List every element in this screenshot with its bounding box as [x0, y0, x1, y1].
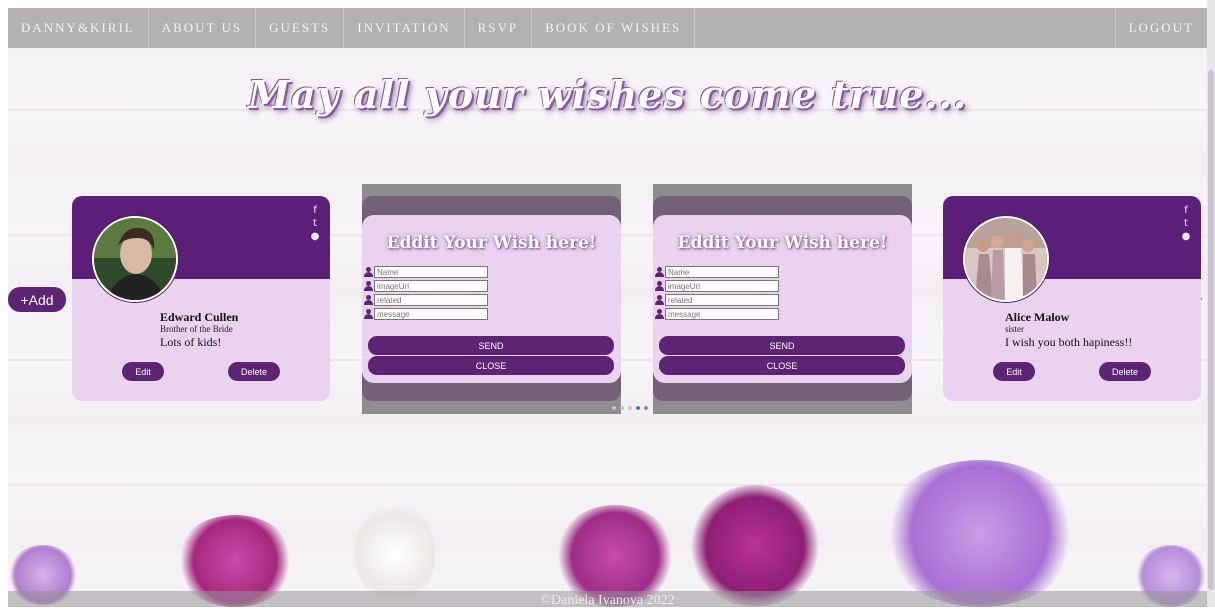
- top-navbar: DANNY&KIRIL ABOUT US GUESTS INVITATION R…: [8, 8, 1207, 48]
- send-button[interactable]: SEND: [659, 336, 905, 355]
- image-url-field: [655, 280, 779, 292]
- delete-button[interactable]: Delete: [1099, 362, 1151, 381]
- add-wish-button[interactable]: +Add: [8, 287, 66, 312]
- edit-button[interactable]: Edit: [122, 362, 164, 381]
- image-url-input[interactable]: [374, 280, 488, 292]
- card-relation: sister: [1005, 324, 1024, 334]
- github-icon[interactable]: ●: [310, 232, 320, 242]
- edit-wish-panel: Eddit Your Wish here! SEND CLOSE: [362, 184, 648, 414]
- user-icon: [655, 280, 664, 292]
- footer-copyright: ©Daniela Ivanova 2022: [8, 591, 1207, 608]
- related-field: [364, 294, 488, 306]
- carousel-dot[interactable]: [644, 406, 648, 410]
- send-button[interactable]: SEND: [368, 336, 614, 355]
- page-headline: May all your wishes come true...: [247, 72, 968, 117]
- message-input[interactable]: [374, 308, 488, 320]
- carousel-dot[interactable]: [620, 406, 624, 410]
- carousel-dot-active[interactable]: [636, 406, 640, 410]
- nav-logout-link[interactable]: LOGOUT: [1114, 8, 1207, 48]
- nav-invitation-link[interactable]: INVITATION: [344, 8, 465, 48]
- delete-button[interactable]: Delete: [228, 362, 280, 381]
- edit-button[interactable]: Edit: [993, 362, 1035, 381]
- avatar: [92, 216, 178, 302]
- carousel-indicators: [612, 406, 648, 410]
- scrollbar-thumb[interactable]: [1208, 70, 1214, 590]
- form-title: Eddit Your Wish here!: [386, 233, 597, 253]
- image-url-field: [364, 280, 488, 292]
- wish-card: f t ● Alice Malow sister I wish you both…: [943, 196, 1201, 401]
- message-field: [364, 308, 488, 320]
- twitter-icon[interactable]: t: [310, 219, 320, 229]
- card-message: I wish you both hapiness!!: [1005, 335, 1133, 349]
- edit-wish-form: Eddit Your Wish here! SEND CLOSE: [653, 215, 912, 383]
- facebook-icon[interactable]: f: [1181, 206, 1191, 216]
- github-icon[interactable]: ●: [1181, 232, 1191, 242]
- message-field: [655, 308, 779, 320]
- nav-rsvp-link[interactable]: RSVP: [465, 8, 533, 48]
- user-icon: [655, 294, 664, 306]
- card-message: Lots of kids!: [160, 335, 222, 349]
- user-icon: [364, 280, 373, 292]
- name-input[interactable]: [374, 266, 488, 278]
- card-name: Alice Malow: [1005, 310, 1070, 324]
- user-icon: [364, 294, 373, 306]
- facebook-icon[interactable]: f: [310, 206, 320, 216]
- nav-about-link[interactable]: ABOUT US: [149, 8, 257, 48]
- edit-wish-panel: Eddit Your Wish here! SEND CLOSE: [653, 184, 912, 414]
- related-input[interactable]: [374, 294, 488, 306]
- nav-brand-link[interactable]: DANNY&KIRIL: [8, 8, 149, 48]
- name-input[interactable]: [665, 266, 779, 278]
- wish-card: f t ● Edward Cullen Brother of the Bride…: [72, 196, 330, 401]
- related-field: [655, 294, 779, 306]
- image-url-input[interactable]: [665, 280, 779, 292]
- user-icon: [364, 266, 373, 278]
- social-links: f t ●: [310, 206, 320, 242]
- nav-book-of-wishes-link[interactable]: BOOK OF WISHES: [532, 8, 696, 48]
- edit-wish-form: Eddit Your Wish here! SEND CLOSE: [362, 215, 621, 383]
- social-links: f t ●: [1181, 206, 1191, 242]
- form-title: Eddit Your Wish here!: [677, 233, 888, 253]
- card-name: Edward Cullen: [160, 310, 239, 324]
- user-icon: [655, 308, 664, 320]
- user-icon: [364, 308, 373, 320]
- message-input[interactable]: [665, 308, 779, 320]
- carousel-dot[interactable]: [612, 406, 616, 410]
- user-icon: [655, 266, 664, 278]
- nav-guests-link[interactable]: GUESTS: [256, 8, 345, 48]
- close-button[interactable]: CLOSE: [659, 356, 905, 375]
- avatar: [963, 216, 1049, 302]
- related-input[interactable]: [665, 294, 779, 306]
- carousel-dot[interactable]: [628, 406, 632, 410]
- name-field: [655, 266, 779, 278]
- card-relation: Brother of the Bride: [160, 324, 233, 334]
- name-field: [364, 266, 488, 278]
- twitter-icon[interactable]: t: [1181, 219, 1191, 229]
- close-button[interactable]: CLOSE: [368, 356, 614, 375]
